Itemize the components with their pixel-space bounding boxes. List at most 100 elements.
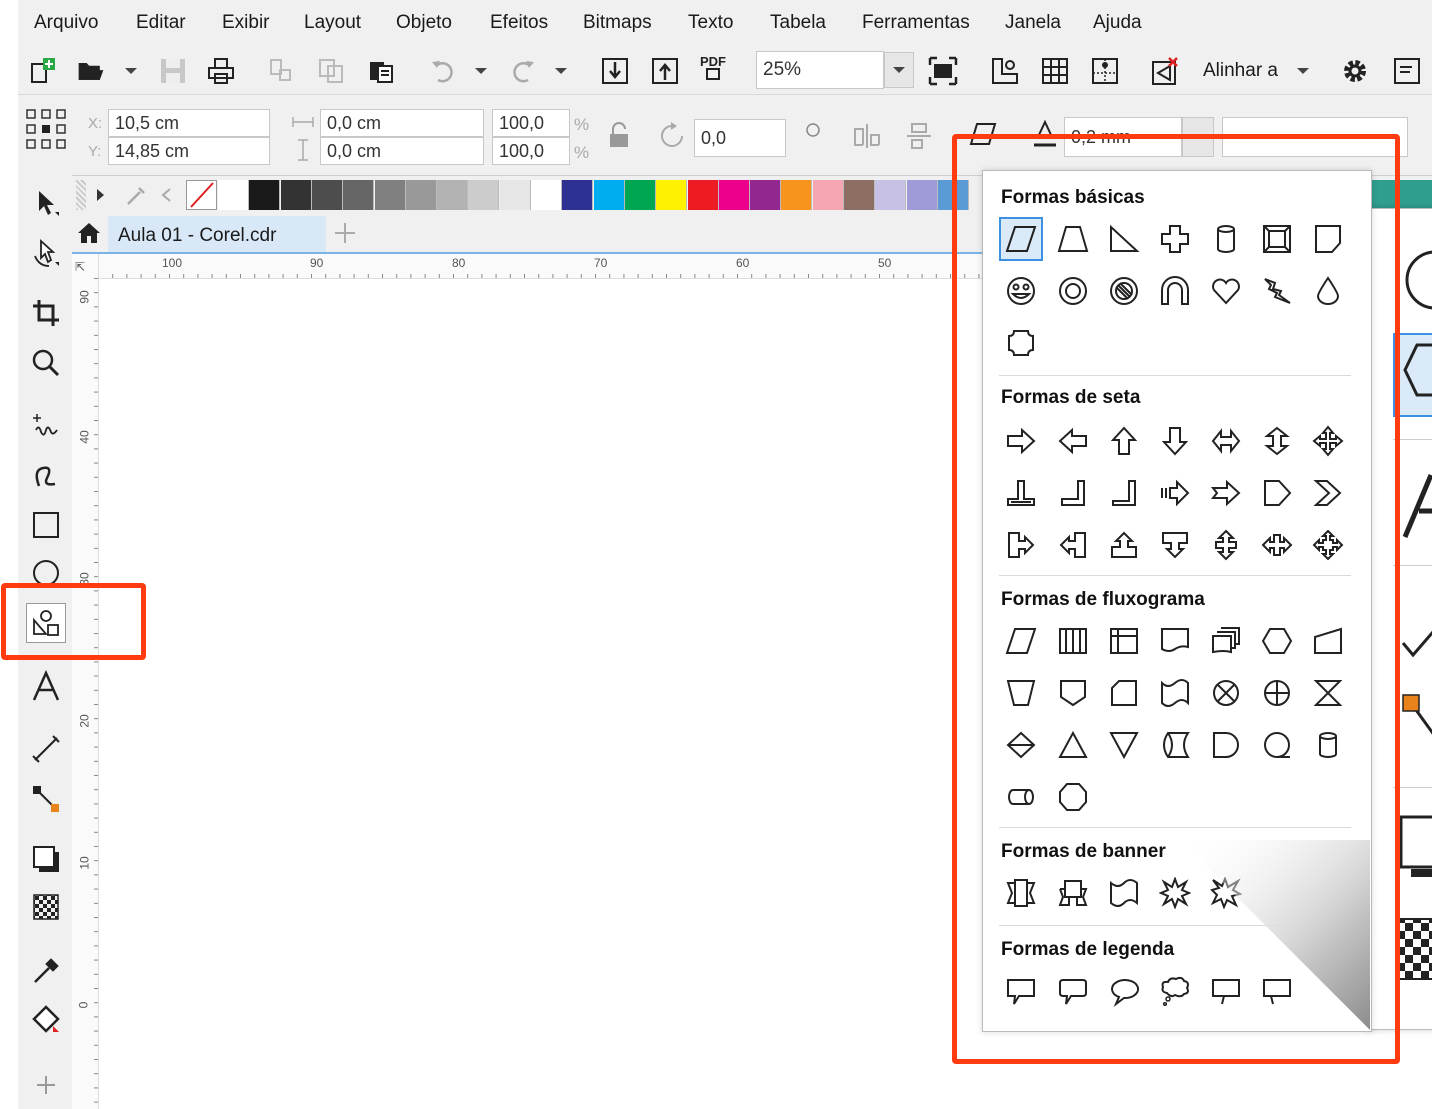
palette-swatch[interactable] bbox=[343, 180, 375, 210]
monitor-icon[interactable] bbox=[1397, 813, 1432, 883]
palette-swatch[interactable] bbox=[405, 180, 437, 210]
save-icon[interactable] bbox=[158, 56, 188, 86]
palette-swatch[interactable] bbox=[844, 180, 875, 210]
snap-off-icon[interactable] bbox=[1150, 56, 1180, 86]
paste-icon[interactable] bbox=[366, 56, 396, 86]
open-folder-icon[interactable] bbox=[76, 56, 106, 86]
palette-swatch[interactable] bbox=[218, 180, 249, 210]
palette-swatch[interactable] bbox=[624, 180, 656, 210]
palette-scroll-left-icon[interactable] bbox=[156, 180, 176, 210]
height-input[interactable]: 0,0 cm bbox=[320, 137, 484, 165]
palette-swatch[interactable] bbox=[249, 180, 281, 210]
palette-swatch[interactable] bbox=[750, 180, 782, 210]
menu-ferramentas[interactable]: Ferramentas bbox=[862, 12, 970, 34]
full-screen-icon[interactable] bbox=[928, 56, 958, 86]
palette-scroll-right-icon[interactable] bbox=[90, 180, 110, 210]
palette-swatch[interactable] bbox=[311, 180, 343, 210]
document-tab[interactable]: Aula 01 - Corel.cdr bbox=[108, 216, 326, 252]
x-position-input[interactable]: 10,5 cm bbox=[108, 109, 270, 137]
eyedropper-icon[interactable] bbox=[122, 180, 152, 210]
curve-tool-icon[interactable] bbox=[26, 455, 66, 495]
palette-swatch[interactable] bbox=[468, 180, 500, 210]
connector-icon[interactable] bbox=[1397, 689, 1432, 749]
palette-swatch[interactable] bbox=[562, 180, 594, 210]
fill-tool-icon[interactable] bbox=[26, 999, 66, 1039]
copy-icon[interactable] bbox=[316, 56, 346, 86]
palette-swatch[interactable] bbox=[593, 180, 625, 210]
transparency-tool-icon[interactable] bbox=[26, 887, 66, 927]
shape-tool-icon[interactable] bbox=[26, 233, 66, 273]
export-icon[interactable] bbox=[650, 56, 680, 86]
chevron-down-icon[interactable] bbox=[1288, 56, 1318, 86]
zoom-dropdown-icon[interactable] bbox=[884, 52, 914, 88]
add-tool-icon[interactable] bbox=[26, 1065, 66, 1105]
menu-bitmaps[interactable]: Bitmaps bbox=[583, 12, 652, 34]
palette-swatch[interactable] bbox=[374, 180, 406, 210]
freehand-tool-icon[interactable] bbox=[26, 405, 66, 445]
mirror-vertical-icon[interactable] bbox=[904, 121, 934, 151]
menu-efeitos[interactable]: Efeitos bbox=[490, 12, 548, 34]
align-to-label[interactable]: Alinhar a bbox=[1203, 60, 1278, 82]
scale-height-input[interactable]: 100,0 bbox=[492, 137, 570, 165]
palette-grip[interactable] bbox=[76, 180, 86, 210]
palette-swatch[interactable] bbox=[656, 180, 688, 210]
eyedropper-tool-icon[interactable] bbox=[26, 951, 66, 991]
rectangle-tool-icon[interactable] bbox=[26, 505, 66, 545]
drop-shadow-tool-icon[interactable] bbox=[26, 839, 66, 879]
home-icon[interactable] bbox=[74, 218, 104, 248]
redo-icon[interactable] bbox=[508, 56, 538, 86]
pdf-export-icon[interactable]: PDF bbox=[698, 53, 728, 83]
palette-swatch[interactable] bbox=[781, 180, 813, 210]
palette-swatch[interactable] bbox=[718, 180, 750, 210]
checker-icon[interactable] bbox=[1397, 915, 1432, 985]
palette-swatch[interactable] bbox=[531, 180, 562, 210]
new-document-icon[interactable] bbox=[28, 56, 58, 86]
options-icon[interactable] bbox=[1392, 56, 1422, 86]
palette-swatch[interactable] bbox=[875, 180, 907, 210]
dimension-tool-icon[interactable] bbox=[26, 729, 66, 769]
menu-objeto[interactable]: Objeto bbox=[396, 12, 452, 34]
text-tool-icon[interactable] bbox=[26, 667, 66, 707]
reference-point-icon[interactable] bbox=[24, 107, 68, 151]
connector-tool-icon[interactable] bbox=[26, 779, 66, 819]
y-position-input[interactable]: 14,85 cm bbox=[108, 137, 270, 165]
zoom-input[interactable]: 25% bbox=[756, 51, 884, 89]
rulers-icon[interactable] bbox=[990, 56, 1020, 86]
gear-icon[interactable] bbox=[1340, 56, 1370, 86]
menu-editar[interactable]: Editar bbox=[136, 12, 186, 34]
menu-ajuda[interactable]: Ajuda bbox=[1093, 12, 1142, 34]
menu-exibir[interactable]: Exibir bbox=[222, 12, 270, 34]
guidelines-icon[interactable] bbox=[1090, 56, 1120, 86]
ruler-origin-icon[interactable]: ⇱ bbox=[75, 260, 85, 274]
menu-janela[interactable]: Janela bbox=[1005, 12, 1061, 34]
crop-tool-icon[interactable] bbox=[26, 293, 66, 333]
vertical-ruler[interactable]: ⇱ 90 40 30 20 10 0 bbox=[72, 254, 99, 1109]
palette-swatch[interactable] bbox=[906, 180, 938, 210]
scale-width-input[interactable]: 100,0 bbox=[492, 109, 570, 137]
grid-icon[interactable] bbox=[1040, 56, 1070, 86]
pick-tool-icon[interactable] bbox=[26, 183, 66, 223]
zoom-tool-icon[interactable] bbox=[26, 343, 66, 383]
undo-icon[interactable] bbox=[428, 56, 458, 86]
no-color-swatch[interactable] bbox=[186, 180, 217, 210]
rotation-input[interactable]: 0,0 bbox=[694, 119, 786, 157]
mirror-horizontal-icon[interactable] bbox=[852, 121, 882, 151]
palette-swatch[interactable] bbox=[437, 180, 469, 210]
menu-texto[interactable]: Texto bbox=[688, 12, 733, 34]
add-document-icon[interactable] bbox=[330, 218, 360, 248]
palette-swatch[interactable] bbox=[280, 180, 312, 210]
chevron-down-icon[interactable] bbox=[466, 56, 496, 86]
menu-arquivo[interactable]: Arquivo bbox=[34, 12, 98, 34]
text-icon[interactable] bbox=[1401, 471, 1432, 541]
palette-swatch[interactable] bbox=[812, 180, 844, 210]
checkmark-icon[interactable] bbox=[1399, 615, 1432, 665]
ellipse-icon[interactable] bbox=[1395, 245, 1432, 315]
menu-tabela[interactable]: Tabela bbox=[770, 12, 826, 34]
chevron-down-icon[interactable] bbox=[546, 56, 576, 86]
menu-layout[interactable]: Layout bbox=[304, 12, 361, 34]
palette-swatch[interactable] bbox=[687, 180, 719, 210]
print-icon[interactable] bbox=[206, 56, 236, 86]
lock-ratio-icon[interactable] bbox=[604, 121, 634, 151]
import-icon[interactable] bbox=[600, 56, 630, 86]
palette-swatch[interactable] bbox=[499, 180, 531, 210]
